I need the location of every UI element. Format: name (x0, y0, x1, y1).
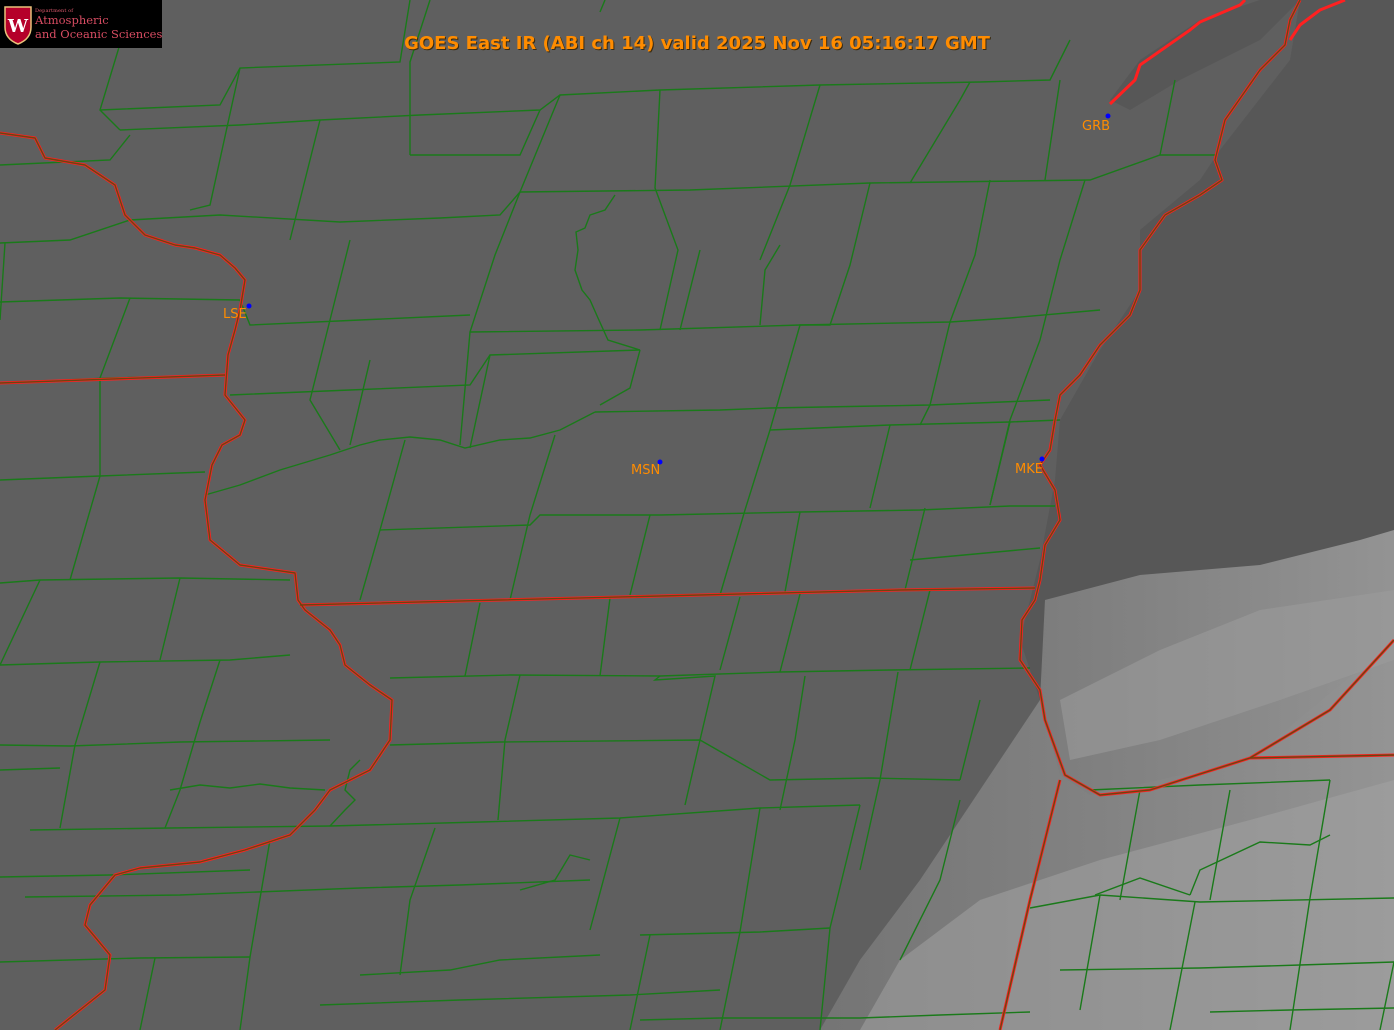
station-msn: MSN (631, 459, 663, 478)
logo-name-line1: Atmospheric (35, 13, 109, 27)
station-dot (246, 303, 252, 309)
image-title: GOES East IR (ABI ch 14) valid 2025 Nov … (404, 33, 990, 54)
station-label: GRB (1082, 119, 1110, 134)
station-grb: GRB (1082, 113, 1111, 134)
station-label: MSN (631, 463, 660, 478)
station-label: LSE (223, 307, 247, 322)
station-label: MKE (1015, 462, 1043, 477)
station-dot (1039, 456, 1045, 462)
station-dot (1105, 113, 1111, 119)
map-canvas: LSE GRB MSN MKE (0, 0, 1394, 1030)
station-mke: MKE (1015, 456, 1045, 477)
satellite-map: LSE GRB MSN MKE W Department of Atmosphe… (0, 0, 1394, 1030)
